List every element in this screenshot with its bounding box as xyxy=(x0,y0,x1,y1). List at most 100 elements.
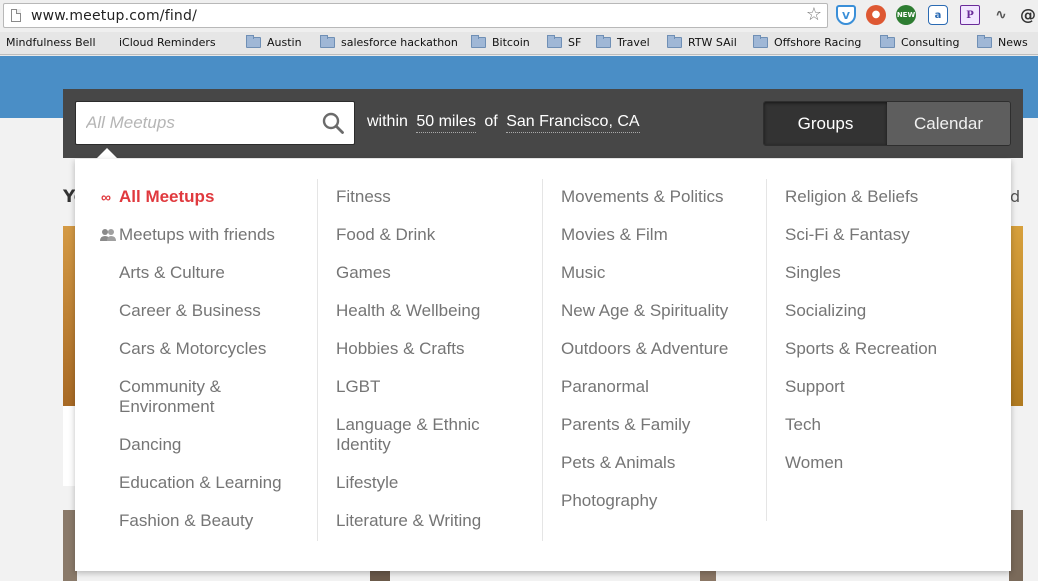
section-link-partial: d xyxy=(1010,187,1021,206)
bookmark-label: Travel xyxy=(617,36,650,49)
amazon-extension-icon[interactable]: a xyxy=(928,5,948,25)
category-item[interactable]: Parents & Family xyxy=(561,415,771,435)
bookmark-label: Bitcoin xyxy=(492,36,530,49)
category-item[interactable]: Support xyxy=(785,377,995,397)
category-item[interactable]: Literature & Writing xyxy=(336,511,546,531)
shield-extension-icon[interactable]: V xyxy=(836,5,856,25)
category-item[interactable]: Pets & Animals xyxy=(561,453,771,473)
folder-icon xyxy=(753,35,768,48)
bookmarks-bar: Mindfulness Bell iCloud Reminders Austin… xyxy=(0,32,1038,55)
bookmark-label: Offshore Racing xyxy=(774,36,862,49)
category-item[interactable]: Fitness xyxy=(336,187,546,207)
bookmark-label: Austin xyxy=(267,36,302,49)
duckduckgo-extension-icon[interactable]: ● xyxy=(866,5,886,25)
bookmark-folder[interactable]: News xyxy=(977,35,1028,49)
bookmark-item[interactable]: iCloud Reminders xyxy=(114,36,216,49)
category-item[interactable]: Career & Business xyxy=(119,301,329,321)
category-item[interactable]: Movies & Film xyxy=(561,225,771,245)
category-item[interactable]: LGBT xyxy=(336,377,546,397)
bookmark-folder[interactable]: SF xyxy=(547,35,582,49)
folder-icon xyxy=(977,35,992,48)
category-dropdown: ∞ All Meetups Meetups with friends Arts … xyxy=(75,159,1011,571)
search-box xyxy=(75,101,355,145)
category-item[interactable]: Community & Environment xyxy=(119,377,249,417)
category-item[interactable]: Language & Ethnic Identity xyxy=(336,415,496,455)
category-item[interactable]: Socializing xyxy=(785,301,995,321)
bookmark-star-icon[interactable]: ☆ xyxy=(806,5,822,25)
category-item[interactable]: Games xyxy=(336,263,546,283)
category-item[interactable]: Sci-Fi & Fantasy xyxy=(785,225,995,245)
bookmark-item[interactable]: Mindfulness Bell xyxy=(6,36,96,49)
category-label: Meetups with friends xyxy=(119,225,275,244)
bookmark-label: Consulting xyxy=(901,36,960,49)
category-item[interactable]: Hobbies & Crafts xyxy=(336,339,546,359)
category-item[interactable]: Music xyxy=(561,263,771,283)
at-extension-icon[interactable]: @ xyxy=(1018,5,1038,25)
bookmark-folder[interactable]: Consulting xyxy=(880,35,960,49)
group-card-image[interactable] xyxy=(1009,226,1023,406)
category-item[interactable]: Photography xyxy=(561,491,771,511)
category-label: All Meetups xyxy=(119,187,215,206)
folder-icon xyxy=(596,35,611,48)
category-item[interactable]: Outdoors & Adventure xyxy=(561,339,771,359)
search-input[interactable] xyxy=(76,102,316,144)
bookmark-label: Mindfulness Bell xyxy=(6,36,96,49)
url-text[interactable]: www.meetup.com/find/ xyxy=(31,8,197,24)
bookmark-label: salesforce hackathon xyxy=(341,36,458,49)
dropdown-caret xyxy=(96,148,118,159)
category-item[interactable]: Lifestyle xyxy=(336,473,546,493)
search-icon[interactable] xyxy=(322,112,344,134)
infinity-icon: ∞ xyxy=(101,189,111,205)
folder-icon xyxy=(547,35,562,48)
browser-toolbar: www.meetup.com/find/ ☆ V ● NEW a P ∿ @ xyxy=(0,0,1038,32)
bookmark-folder[interactable]: Offshore Racing xyxy=(753,35,862,49)
friends-icon xyxy=(100,229,116,241)
category-all-meetups[interactable]: ∞ All Meetups xyxy=(101,187,329,207)
category-item[interactable]: Women xyxy=(785,453,995,473)
search-bar: within 50 miles of San Francisco, CA Gro… xyxy=(63,89,1023,158)
group-card-image[interactable] xyxy=(1009,510,1023,581)
category-meetups-with-friends[interactable]: Meetups with friends xyxy=(100,225,329,245)
category-item[interactable]: Food & Drink xyxy=(336,225,546,245)
category-item[interactable]: Singles xyxy=(785,263,995,283)
folder-icon xyxy=(880,35,895,48)
calendar-tab[interactable]: Calendar xyxy=(887,102,1010,145)
bookmark-folder[interactable]: RTW SAil xyxy=(667,35,737,49)
category-item[interactable]: Sports & Recreation xyxy=(785,339,995,359)
category-item[interactable]: Cars & Motorcycles xyxy=(119,339,329,359)
bookmark-label: News xyxy=(998,36,1028,49)
bookmark-folder[interactable]: Austin xyxy=(246,35,302,49)
category-item[interactable]: Religion & Beliefs xyxy=(785,187,995,207)
bookmark-label: iCloud Reminders xyxy=(119,36,216,49)
category-item[interactable]: Tech xyxy=(785,415,995,435)
address-bar[interactable]: www.meetup.com/find/ ☆ xyxy=(3,3,828,28)
bookmark-label: SF xyxy=(568,36,582,49)
pulse-extension-icon[interactable]: ∿ xyxy=(991,5,1011,25)
view-toggle: Groups Calendar xyxy=(763,101,1011,146)
search-radius: within 50 miles of San Francisco, CA xyxy=(367,113,644,133)
folder-icon xyxy=(667,35,682,48)
category-item[interactable]: Fashion & Beauty xyxy=(119,511,329,531)
bookmark-folder[interactable]: Travel xyxy=(596,35,650,49)
within-label: within xyxy=(367,113,408,130)
category-item[interactable]: Dancing xyxy=(119,435,329,455)
category-item[interactable]: Health & Wellbeing xyxy=(336,301,546,321)
groups-tab[interactable]: Groups xyxy=(764,102,887,145)
new-extension-icon[interactable]: NEW xyxy=(896,5,916,25)
location-selector[interactable]: San Francisco, CA xyxy=(506,113,640,133)
bookmark-label: RTW SAil xyxy=(688,36,737,49)
p-extension-icon[interactable]: P xyxy=(960,5,980,25)
distance-selector[interactable]: 50 miles xyxy=(416,113,476,133)
category-item[interactable]: Paranormal xyxy=(561,377,771,397)
category-item[interactable]: New Age & Spirituality xyxy=(561,301,771,321)
of-label: of xyxy=(484,113,498,130)
folder-icon xyxy=(246,35,261,48)
category-item[interactable]: Movements & Politics xyxy=(561,187,771,207)
folder-icon xyxy=(471,35,486,48)
bookmark-folder[interactable]: Bitcoin xyxy=(471,35,530,49)
category-item[interactable]: Education & Learning xyxy=(119,473,329,493)
folder-icon xyxy=(320,35,335,48)
category-item[interactable]: Arts & Culture xyxy=(119,263,329,283)
page-icon xyxy=(11,9,21,22)
bookmark-folder[interactable]: salesforce hackathon xyxy=(320,35,458,49)
